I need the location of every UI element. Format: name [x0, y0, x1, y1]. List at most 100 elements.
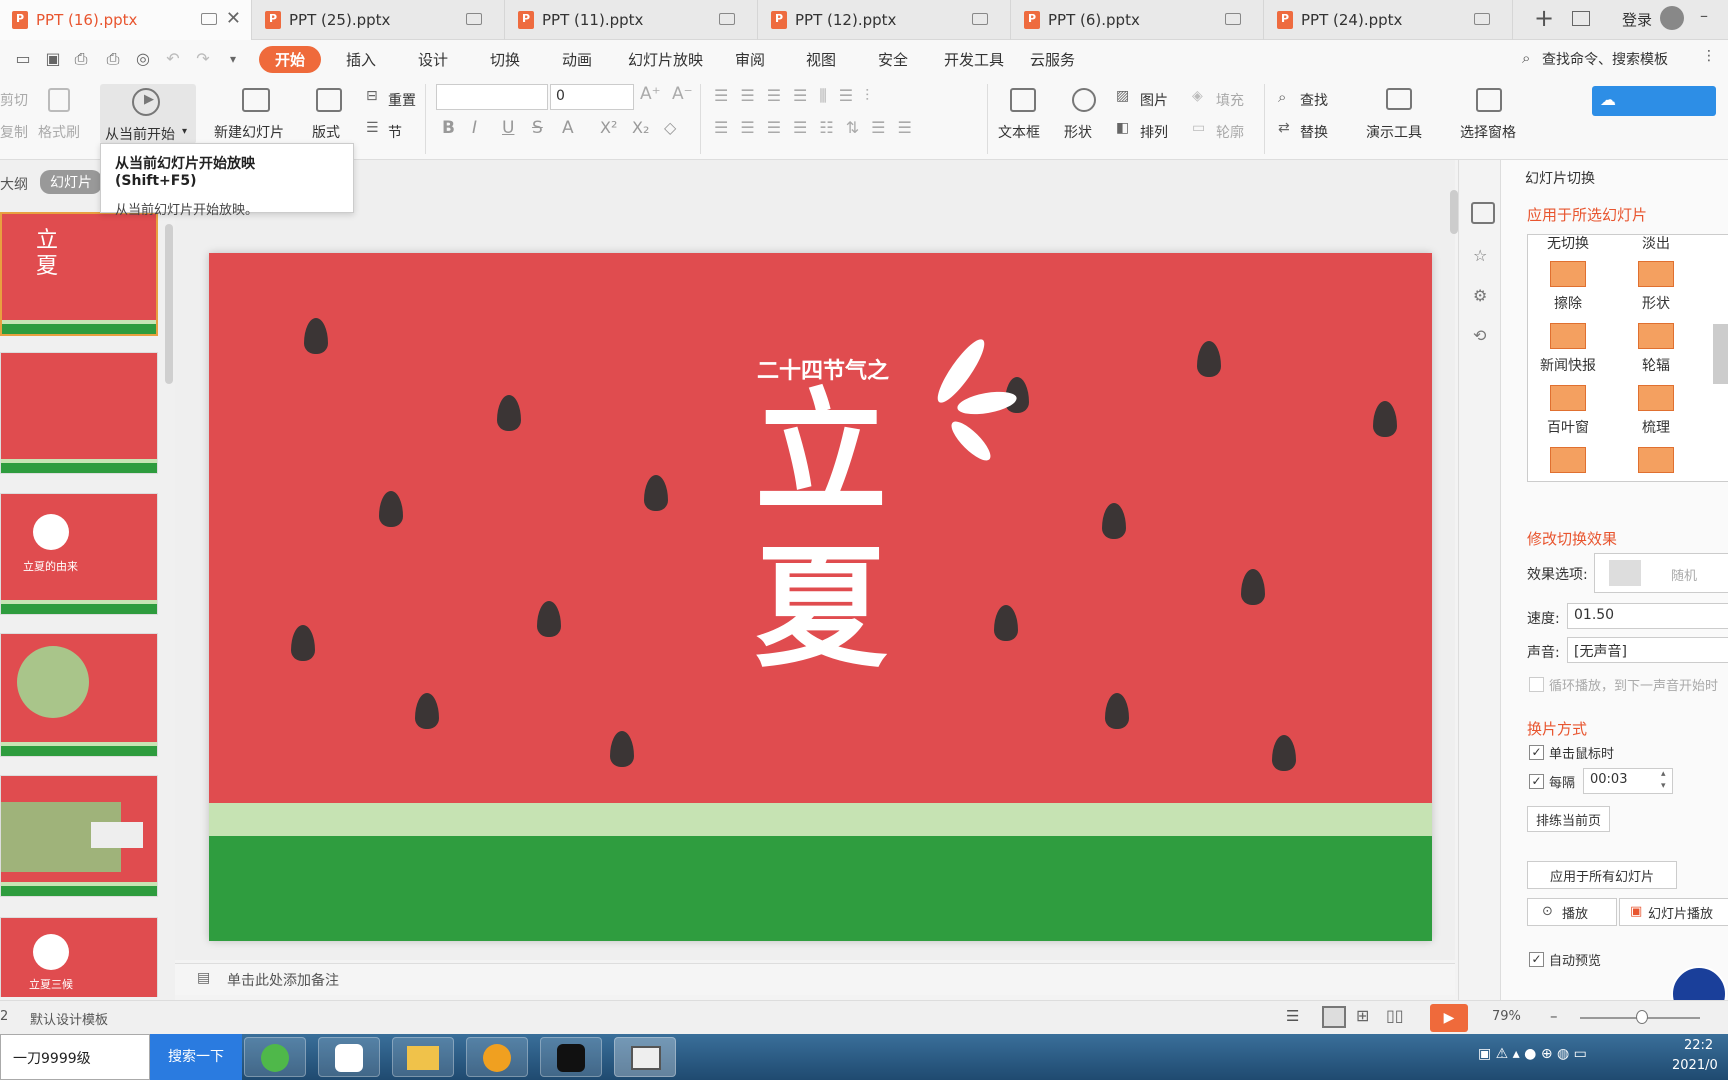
- present-tools-button[interactable]: 演示工具: [1366, 122, 1422, 142]
- transition-shape[interactable]: 形状: [1616, 261, 1696, 313]
- copy-button[interactable]: 复制: [0, 122, 28, 142]
- login-link[interactable]: 登录: [1622, 9, 1652, 30]
- subscript-icon[interactable]: X₂: [632, 118, 649, 137]
- redo-icon[interactable]: ↷: [194, 50, 212, 68]
- tab-review[interactable]: 审阅: [735, 49, 765, 70]
- normal-view-icon[interactable]: [1322, 1006, 1346, 1028]
- underline-icon[interactable]: U: [502, 118, 514, 138]
- close-icon[interactable]: ✕: [226, 8, 241, 29]
- transition-none[interactable]: 无切换: [1528, 235, 1608, 253]
- decrease-font-icon[interactable]: A⁻: [672, 84, 693, 104]
- thumbnail-scrollbar[interactable]: [165, 224, 173, 384]
- superscript-icon[interactable]: X²: [600, 118, 617, 137]
- new-slide-button[interactable]: 新建幻灯片: [214, 122, 284, 142]
- save-icon[interactable]: ▣: [44, 50, 62, 68]
- open-folder-icon[interactable]: ▭: [14, 50, 32, 68]
- property-icon[interactable]: ⚙: [1473, 286, 1487, 305]
- outline-button[interactable]: 轮廓: [1216, 122, 1244, 142]
- paragraph-tools-row2[interactable]: ☰☰☰☰☷⇅☰☰: [714, 118, 924, 137]
- rehearse-button[interactable]: 排练当前页: [1527, 806, 1611, 832]
- sound-select[interactable]: [无声音]: [1567, 637, 1728, 663]
- play-button[interactable]: ⊙ 播放: [1527, 898, 1617, 926]
- textbox-button[interactable]: 文本框: [998, 122, 1040, 142]
- font-family-select[interactable]: [436, 84, 548, 110]
- slide-thumb-1[interactable]: 立夏: [0, 212, 158, 336]
- notes-pane[interactable]: ▤ 单击此处添加备注: [175, 963, 1455, 995]
- taskbar-app-explorer[interactable]: [392, 1037, 454, 1077]
- transition-lines[interactable]: 线条: [1616, 447, 1696, 481]
- minimize-icon[interactable]: –: [1700, 6, 1708, 25]
- play-from-current-button[interactable]: ▶ 从当前开始 ▾: [100, 84, 196, 144]
- tab-home[interactable]: 开始: [259, 46, 322, 73]
- doc-tab-5[interactable]: PPT (6).pptx: [1012, 0, 1264, 40]
- tab-outline[interactable]: 大纲: [0, 174, 28, 194]
- slide-thumb-5[interactable]: [0, 775, 158, 897]
- slideshow-button[interactable]: ▣ 幻灯片播放: [1619, 898, 1728, 926]
- new-tab-icon[interactable]: +: [1534, 4, 1554, 32]
- slide-transition-icon[interactable]: [1471, 202, 1495, 224]
- on-click-checkbox[interactable]: ✓: [1529, 745, 1544, 760]
- pane-title[interactable]: 幻灯片切换: [1525, 168, 1595, 188]
- increase-font-icon[interactable]: A⁺: [640, 84, 661, 104]
- layout-button[interactable]: 版式: [312, 122, 340, 142]
- notes-placeholder[interactable]: 单击此处添加备注: [227, 970, 339, 990]
- every-checkbox[interactable]: ✓: [1529, 774, 1544, 789]
- notes-toggle-icon[interactable]: ☰: [1286, 1007, 1299, 1025]
- slide-thumb-4[interactable]: [0, 633, 158, 757]
- export-icon[interactable]: ⎙: [72, 50, 90, 68]
- slide-thumb-3[interactable]: 立夏的由来: [0, 493, 158, 615]
- taskbar-app-cloud[interactable]: [318, 1037, 380, 1077]
- tab-developer[interactable]: 开发工具: [944, 49, 1004, 70]
- doc-tab-4[interactable]: PPT (12).pptx: [759, 0, 1011, 40]
- font-color-icon[interactable]: A: [562, 118, 574, 138]
- slide-thumb-6[interactable]: 立夏三候: [0, 917, 158, 997]
- transition-newsflash[interactable]: 新闻快报: [1528, 323, 1608, 375]
- replace-button[interactable]: 替换: [1300, 122, 1328, 142]
- fill-button[interactable]: 填充: [1216, 90, 1244, 110]
- find-button[interactable]: 查找: [1300, 90, 1328, 110]
- slide-canvas[interactable]: 二十四节气之 立 夏: [209, 253, 1432, 941]
- transition-split[interactable]: 分割: [1528, 447, 1608, 481]
- transition-fade[interactable]: 淡出: [1616, 235, 1696, 253]
- taskbar-app-game[interactable]: [466, 1037, 528, 1077]
- tab-slides[interactable]: 幻灯片: [40, 170, 102, 194]
- section-button[interactable]: 节: [388, 122, 402, 142]
- reading-view-icon[interactable]: ▯▯: [1386, 1006, 1404, 1025]
- font-size-select[interactable]: 0: [550, 84, 634, 110]
- tab-cloud[interactable]: 云服务: [1030, 49, 1075, 70]
- bold-icon[interactable]: B: [442, 118, 455, 138]
- doc-tab-1[interactable]: PPT (16).pptx ✕: [0, 0, 252, 40]
- tab-design[interactable]: 设计: [418, 49, 448, 70]
- transition-wipe[interactable]: 擦除: [1528, 261, 1608, 313]
- search-icon[interactable]: ⌕: [1522, 49, 1530, 67]
- taskbar-app-capcut[interactable]: [540, 1037, 602, 1077]
- doc-tab-6[interactable]: PPT (24).pptx: [1265, 0, 1513, 40]
- history-icon[interactable]: ⟲: [1473, 326, 1486, 345]
- arrange-button[interactable]: 排列: [1140, 122, 1168, 142]
- slide-sorter-icon[interactable]: ⊞: [1356, 1006, 1369, 1025]
- tab-view[interactable]: 视图: [806, 49, 836, 70]
- tab-slideshow[interactable]: 幻灯片放映: [628, 49, 703, 70]
- slide-thumb-2[interactable]: [0, 352, 158, 474]
- tab-transition[interactable]: 切换: [490, 49, 520, 70]
- shape-button[interactable]: 形状: [1064, 122, 1092, 142]
- italic-icon[interactable]: I: [472, 118, 477, 138]
- auto-preview-checkbox[interactable]: ✓: [1529, 952, 1544, 967]
- gallery-scrollbar[interactable]: [1713, 324, 1728, 384]
- every-interval-input[interactable]: 00:03: [1583, 768, 1673, 794]
- print-icon[interactable]: ⎙: [104, 50, 122, 68]
- zoom-out-icon[interactable]: –: [1550, 1007, 1558, 1025]
- effect-option-select[interactable]: 随机: [1594, 553, 1728, 593]
- print-preview-icon[interactable]: ◎: [134, 50, 152, 68]
- paragraph-tools-row1[interactable]: ☰☰☰☰⫼☰⫶: [714, 86, 881, 106]
- customize-dropdown-icon[interactable]: ▾: [224, 50, 242, 68]
- apply-all-button[interactable]: 应用于所有幻灯片: [1527, 861, 1677, 889]
- tab-animation[interactable]: 动画: [562, 49, 592, 70]
- format-painter-button[interactable]: 格式刷: [38, 122, 80, 142]
- transition-comb[interactable]: 梳理: [1616, 385, 1696, 437]
- editor-scrollbar[interactable]: [1450, 190, 1458, 234]
- doc-tab-3[interactable]: PPT (11).pptx: [506, 0, 758, 40]
- cut-button[interactable]: 剪切: [0, 90, 28, 110]
- animation-icon[interactable]: ☆: [1473, 246, 1487, 265]
- speed-input[interactable]: 01.50: [1567, 603, 1728, 629]
